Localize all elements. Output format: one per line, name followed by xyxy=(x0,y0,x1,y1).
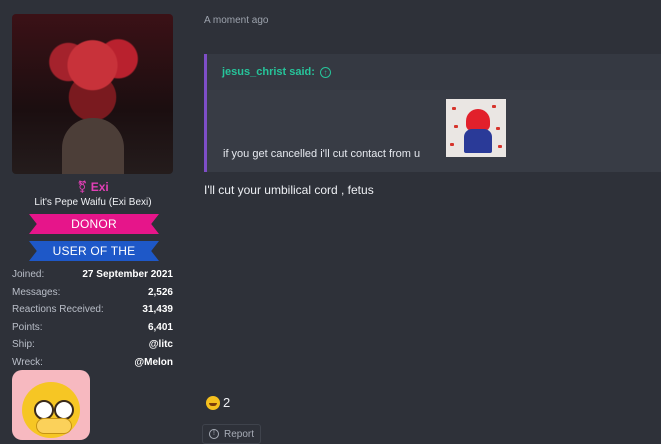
report-button[interactable]: ! Report xyxy=(202,424,262,444)
stat-points: Points: 6,401 xyxy=(12,321,173,333)
stat-reactions: Reactions Received: 31,439 xyxy=(12,304,173,316)
username-gender-icon: ⚧ xyxy=(77,180,91,194)
sticker-eye-right xyxy=(54,400,74,420)
pattern-dot xyxy=(454,125,458,128)
quote-text: if you get cancelled i'll cut contact fr… xyxy=(223,148,421,160)
user-title: Lit's Pepe Waifu (Exi Bexi) xyxy=(34,197,152,208)
avatar-figure xyxy=(62,118,124,174)
quoted-image[interactable] xyxy=(446,99,506,157)
pattern-dot xyxy=(498,145,502,148)
laughing-emoji-icon xyxy=(206,395,220,410)
donor-banner: DONOR xyxy=(29,214,159,234)
quote-header[interactable]: jesus_christ said: ↑ xyxy=(207,54,661,90)
arrow-up-circle-icon[interactable]: ↑ xyxy=(319,66,331,78)
quote-author[interactable]: jesus_christ said: xyxy=(222,66,315,78)
post-timestamp[interactable]: A moment ago xyxy=(204,15,268,26)
stat-wreck: Wreck: @Melon xyxy=(12,356,173,368)
pattern-dot xyxy=(496,127,500,130)
stat-ship: Ship: @litc xyxy=(12,339,173,351)
user-stats: Joined: 27 September 2021 Messages: 2,52… xyxy=(12,266,173,372)
reaction-summary[interactable]: 2 xyxy=(206,395,230,410)
report-label: Report xyxy=(224,428,255,440)
user-avatar[interactable] xyxy=(12,14,173,174)
username-link[interactable]: ⚧ Exi xyxy=(0,180,186,194)
sticker-hands xyxy=(36,418,72,434)
reply-text: I'll cut your umbilical cord , fetus xyxy=(204,183,374,197)
quote-block: jesus_christ said: ↑ if you get cancelle… xyxy=(204,54,661,172)
user-of-the-month-banner: USER OF THE MONTH xyxy=(29,241,159,261)
pattern-dot xyxy=(450,143,454,146)
plush-head xyxy=(466,109,490,131)
reaction-count: 2 xyxy=(223,395,231,410)
post-body: A moment ago jesus_christ said: ↑ if you… xyxy=(186,0,661,444)
pattern-dot xyxy=(492,105,496,108)
pattern-dot xyxy=(452,107,456,110)
stat-messages: Messages: 2,526 xyxy=(12,286,173,298)
stat-joined: Joined: 27 September 2021 xyxy=(12,269,173,280)
sticker-eye-left xyxy=(34,400,54,420)
plush-body xyxy=(464,129,492,153)
info-icon: ! xyxy=(209,429,219,439)
user-sidebar: ⚧ Exi Lit's Pepe Waifu (Exi Bexi) DONOR … xyxy=(0,0,186,440)
signature-sticker-image xyxy=(12,370,90,440)
